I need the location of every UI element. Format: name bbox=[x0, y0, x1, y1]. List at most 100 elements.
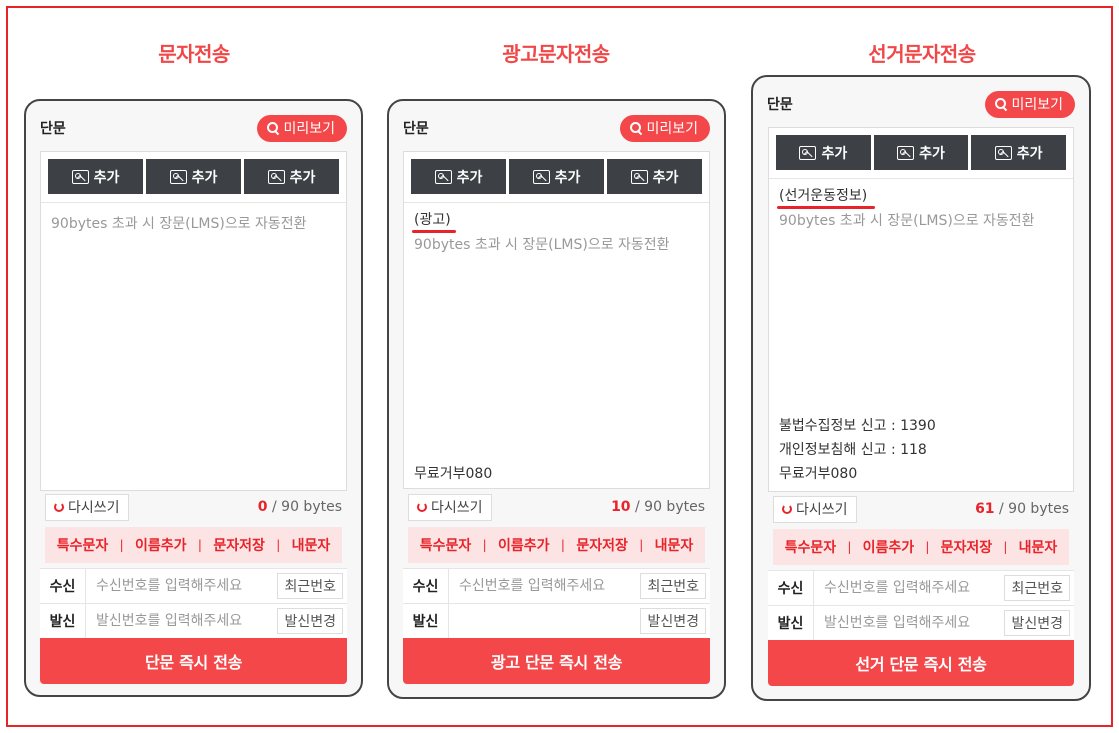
recent-number-button[interactable]: 최근번호 bbox=[277, 573, 343, 599]
image-icon bbox=[434, 169, 452, 184]
sender-row: 발신 발신변경 bbox=[40, 603, 347, 638]
add-image-button-3[interactable]: 추가 bbox=[244, 159, 339, 194]
message-type-label: 단문 bbox=[40, 121, 66, 137]
title-ad-sms: 광고문자전송 bbox=[502, 42, 610, 66]
byte-count: 10 bbox=[611, 499, 631, 515]
recipient-row: 수신 최근번호 bbox=[40, 568, 347, 603]
send-button[interactable]: 단문 즉시 전송 bbox=[40, 638, 347, 684]
add-image-label: 추가 bbox=[821, 145, 848, 162]
image-add-row: 추가 추가 추가 bbox=[48, 159, 339, 194]
add-name-button[interactable]: 이름추가 bbox=[498, 535, 550, 555]
byte-limit: / 90 bytes bbox=[999, 501, 1069, 517]
recipient-row: 수신 최근번호 bbox=[403, 568, 710, 603]
tool-row: 다시쓰기 0 / 90 bytes bbox=[45, 493, 342, 521]
add-image-label: 추가 bbox=[191, 169, 218, 186]
add-image-button-3[interactable]: 추가 bbox=[971, 135, 1067, 170]
message-textarea[interactable]: 90bytes 초과 시 장문(LMS)으로 자동전환 bbox=[41, 202, 346, 490]
add-image-button-2[interactable]: 추가 bbox=[873, 135, 969, 170]
action-bar: 특수문자 | 이름추가 | 문자저장 | 내문자 bbox=[45, 527, 342, 563]
byte-count: 61 bbox=[975, 501, 995, 517]
byte-counter: 61 / 90 bytes bbox=[975, 501, 1069, 517]
add-image-button-1[interactable]: 추가 bbox=[411, 159, 506, 194]
image-icon bbox=[994, 145, 1012, 160]
sender-input[interactable] bbox=[86, 604, 278, 638]
my-messages-button[interactable]: 내문자 bbox=[655, 535, 694, 555]
add-image-button-3[interactable]: 추가 bbox=[607, 159, 702, 194]
separator: | bbox=[560, 538, 565, 552]
sender-label: 발신 bbox=[403, 604, 449, 638]
change-sender-button[interactable]: 발신변경 bbox=[640, 608, 706, 634]
image-icon bbox=[71, 169, 89, 184]
special-char-button[interactable]: 특수문자 bbox=[420, 535, 472, 555]
search-icon bbox=[630, 122, 642, 134]
change-sender-button[interactable]: 발신변경 bbox=[1004, 610, 1070, 636]
message-textarea[interactable]: (선거운동정보) 90bytes 초과 시 장문(LMS)으로 자동전환 불법수… bbox=[769, 178, 1073, 491]
preview-label: 미리보기 bbox=[646, 121, 698, 137]
add-image-label: 추가 bbox=[93, 169, 120, 186]
add-image-label: 추가 bbox=[652, 169, 679, 186]
footer-line-1: 불법수집정보 신고 : 1390 bbox=[779, 418, 936, 434]
add-image-label: 추가 bbox=[289, 169, 316, 186]
sender-input[interactable] bbox=[814, 606, 1005, 640]
add-image-label: 추가 bbox=[554, 169, 581, 186]
save-message-button[interactable]: 문자저장 bbox=[576, 535, 628, 555]
image-icon bbox=[799, 145, 817, 160]
prefix-underline bbox=[777, 206, 875, 209]
special-char-button[interactable]: 특수문자 bbox=[57, 535, 109, 555]
add-image-label: 추가 bbox=[919, 145, 945, 162]
rewrite-button[interactable]: 다시쓰기 bbox=[773, 495, 857, 523]
footer-line-1: 무료거부080 bbox=[414, 466, 493, 482]
separator: | bbox=[1003, 540, 1008, 554]
sender-input[interactable] bbox=[449, 604, 641, 638]
add-image-button-2[interactable]: 추가 bbox=[509, 159, 604, 194]
recipient-label: 수신 bbox=[403, 569, 449, 603]
send-button[interactable]: 선거 단문 즉시 전송 bbox=[768, 640, 1074, 686]
message-editor: 추가 추가 추가 (광고) 90bytes 초과 시 장문(LMS)으로 자동전… bbox=[403, 151, 710, 489]
image-icon bbox=[532, 169, 550, 184]
byte-counter: 10 / 90 bytes bbox=[611, 499, 705, 515]
preview-button[interactable]: 미리보기 bbox=[257, 114, 347, 142]
recipient-input[interactable] bbox=[86, 569, 278, 603]
rewrite-button[interactable]: 다시쓰기 bbox=[45, 493, 129, 521]
add-image-button-2[interactable]: 추가 bbox=[146, 159, 241, 194]
sender-label: 발신 bbox=[768, 606, 814, 640]
byte-limit: / 90 bytes bbox=[635, 499, 705, 515]
add-image-button-1[interactable]: 추가 bbox=[776, 135, 871, 170]
recipient-input[interactable] bbox=[814, 571, 1005, 605]
rewrite-label: 다시쓰기 bbox=[68, 500, 120, 516]
message-type-label: 단문 bbox=[767, 97, 793, 113]
recent-number-button[interactable]: 최근번호 bbox=[640, 573, 706, 599]
change-sender-button[interactable]: 발신변경 bbox=[277, 608, 343, 634]
rewrite-label: 다시쓰기 bbox=[796, 502, 848, 518]
image-icon bbox=[267, 169, 285, 184]
recent-number-button[interactable]: 최근번호 bbox=[1004, 575, 1070, 601]
my-messages-button[interactable]: 내문자 bbox=[1019, 537, 1058, 557]
rewrite-label: 다시쓰기 bbox=[431, 500, 483, 516]
sender-row: 발신 발신변경 bbox=[768, 605, 1074, 640]
phone-ad-sms: 단문 미리보기 추가 추가 추가 (광고) 90bytes 초과 시 장문(LM… bbox=[387, 99, 726, 699]
tool-row: 다시쓰기 10 / 90 bytes bbox=[408, 493, 705, 521]
election-prefix: (선거운동정보) bbox=[779, 188, 868, 204]
preview-button[interactable]: 미리보기 bbox=[620, 114, 710, 142]
refresh-icon bbox=[782, 504, 792, 514]
phone-header: 단문 미리보기 bbox=[403, 114, 710, 142]
recipient-input[interactable] bbox=[449, 569, 641, 603]
add-name-button[interactable]: 이름추가 bbox=[135, 535, 187, 555]
save-message-button[interactable]: 문자저장 bbox=[941, 537, 993, 557]
message-textarea[interactable]: (광고) 90bytes 초과 시 장문(LMS)으로 자동전환 무료거부080 bbox=[404, 202, 709, 488]
rewrite-button[interactable]: 다시쓰기 bbox=[408, 493, 492, 521]
message-placeholder: 90bytes 초과 시 장문(LMS)으로 자동전환 bbox=[414, 237, 670, 253]
byte-count: 0 bbox=[257, 499, 268, 515]
special-char-button[interactable]: 특수문자 bbox=[785, 537, 837, 557]
prefix-underline bbox=[412, 230, 456, 233]
separator: | bbox=[119, 538, 124, 552]
action-bar: 특수문자 | 이름추가 | 문자저장 | 내문자 bbox=[773, 529, 1069, 565]
recipient-label: 수신 bbox=[40, 569, 86, 603]
phone-header: 단문 미리보기 bbox=[767, 90, 1075, 118]
save-message-button[interactable]: 문자저장 bbox=[213, 535, 265, 555]
add-image-button-1[interactable]: 추가 bbox=[48, 159, 143, 194]
send-button[interactable]: 광고 단문 즉시 전송 bbox=[403, 638, 710, 684]
my-messages-button[interactable]: 내문자 bbox=[292, 535, 331, 555]
preview-button[interactable]: 미리보기 bbox=[985, 90, 1075, 118]
add-name-button[interactable]: 이름추가 bbox=[863, 537, 915, 557]
